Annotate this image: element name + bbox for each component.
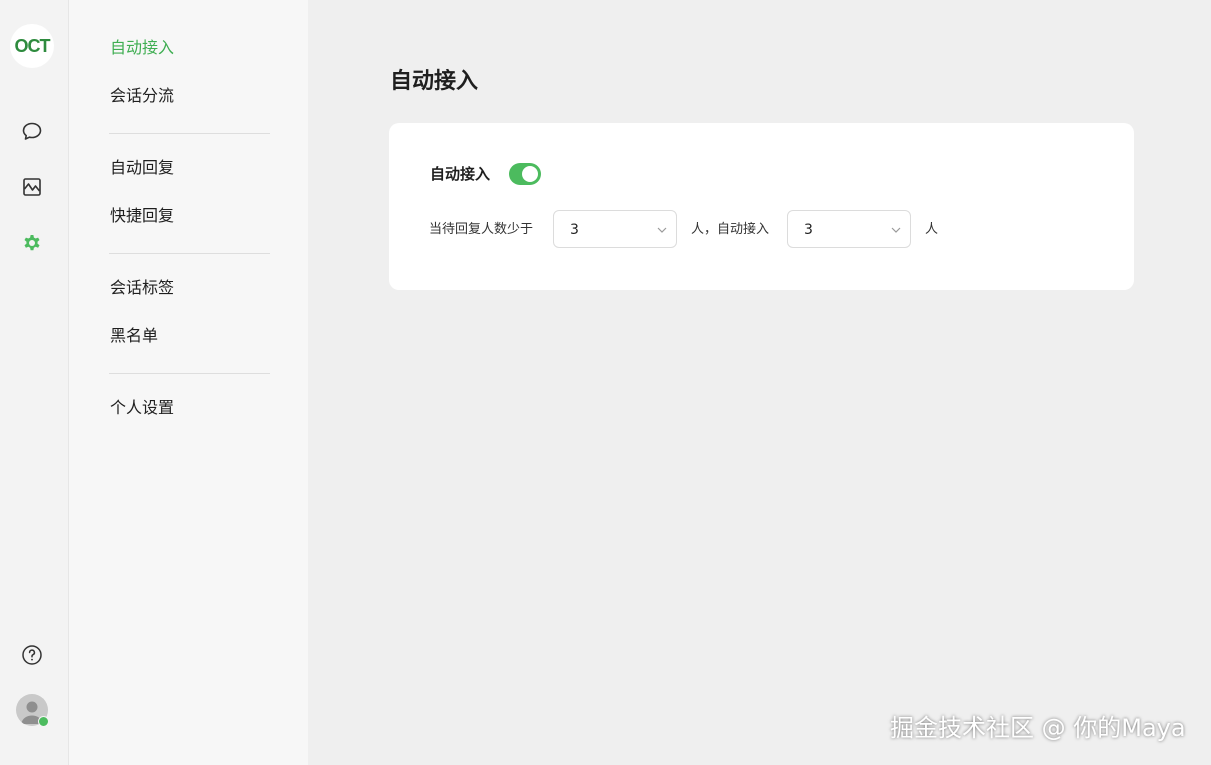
menu-item-session-routing[interactable]: 会话分流 <box>110 86 174 106</box>
chevron-down-icon <box>890 224 902 236</box>
settings-menu: 自动接入 会话分流 自动回复 快捷回复 会话标签 黑名单 个人设置 <box>69 0 308 765</box>
auto-accept-switch-label: 自动接入 <box>430 165 491 183</box>
brand-logo: OCT <box>10 24 54 68</box>
rule-suffix-text: 人 <box>925 222 939 237</box>
auto-accept-toggle[interactable] <box>509 163 541 185</box>
chevron-down-icon <box>656 224 668 236</box>
auto-accept-count-select[interactable]: 3 <box>787 210 911 248</box>
select-value: 3 <box>804 222 813 238</box>
menu-divider <box>109 373 270 374</box>
online-status-dot <box>38 716 49 727</box>
watermark: 掘金技术社区 @ 你的Maya <box>890 714 1186 742</box>
gear-icon[interactable] <box>20 231 44 255</box>
menu-item-personal-settings[interactable]: 个人设置 <box>110 398 174 418</box>
menu-divider <box>109 133 270 134</box>
chat-bubble-icon[interactable] <box>20 119 44 143</box>
menu-item-auto-accept[interactable]: 自动接入 <box>110 38 174 58</box>
chart-icon[interactable] <box>20 175 44 199</box>
menu-item-auto-reply[interactable]: 自动回复 <box>110 158 174 178</box>
select-value: 3 <box>570 222 579 238</box>
menu-item-blacklist[interactable]: 黑名单 <box>110 326 158 346</box>
menu-item-quick-reply[interactable]: 快捷回复 <box>110 206 174 226</box>
auto-accept-card: 自动接入 当待回复人数少于 3 人，自动接入 3 人 <box>389 123 1134 290</box>
menu-item-session-tags[interactable]: 会话标签 <box>110 278 174 298</box>
menu-divider <box>109 253 270 254</box>
rule-middle-text: 人，自动接入 <box>691 222 770 237</box>
help-icon[interactable] <box>20 643 44 667</box>
page-title: 自动接入 <box>390 69 479 94</box>
rule-prefix-text: 当待回复人数少于 <box>429 222 534 237</box>
waiting-count-select[interactable]: 3 <box>553 210 677 248</box>
icon-rail: OCT <box>0 0 69 765</box>
toggle-knob <box>522 166 538 182</box>
